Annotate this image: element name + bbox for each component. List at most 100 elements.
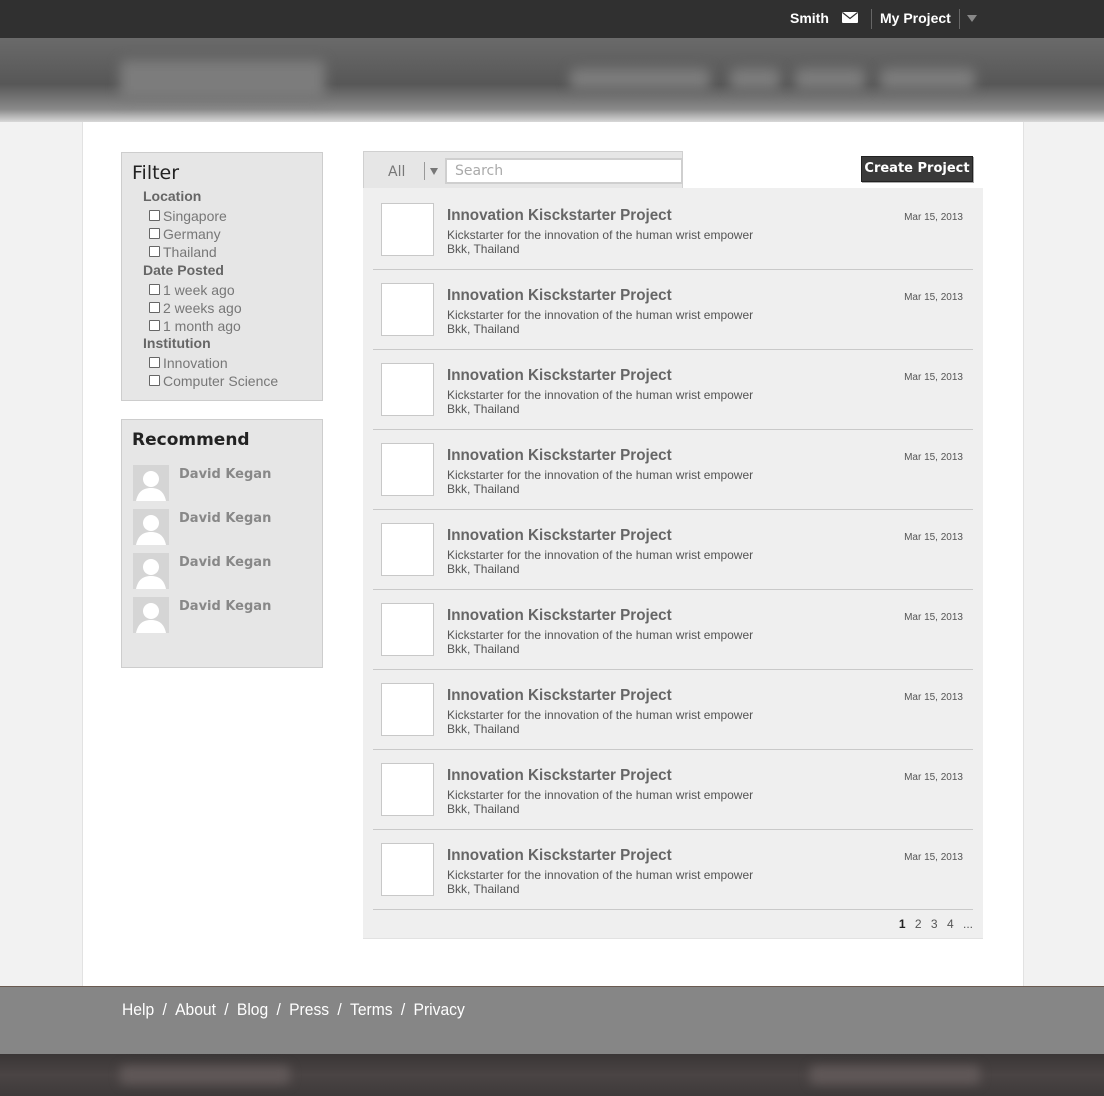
- project-description: Kickstarter for the innovation of the hu…: [447, 308, 754, 322]
- filter-option-label: Singapore: [163, 208, 227, 224]
- project-thumbnail[interactable]: [381, 603, 434, 656]
- footer-link-terms[interactable]: Terms: [350, 1000, 393, 1019]
- project-list-item[interactable]: Innovation Kisckstarter Project Kickstar…: [373, 429, 973, 510]
- filter-option-label: 1 month ago: [163, 318, 241, 334]
- checkbox[interactable]: [149, 210, 160, 221]
- project-title[interactable]: Innovation Kisckstarter Project: [447, 527, 672, 545]
- project-list-item[interactable]: Innovation Kisckstarter Project Kickstar…: [373, 269, 973, 350]
- create-project-button[interactable]: Create Project: [861, 156, 973, 182]
- project-title[interactable]: Innovation Kisckstarter Project: [447, 687, 672, 705]
- footer-link-help[interactable]: Help: [122, 1000, 154, 1019]
- checkbox[interactable]: [149, 228, 160, 239]
- project-thumbnail[interactable]: [381, 283, 434, 336]
- project-list-item[interactable]: Innovation Kisckstarter Project Kickstar…: [373, 669, 973, 750]
- project-thumbnail[interactable]: [381, 763, 434, 816]
- avatar-icon[interactable]: [133, 597, 169, 633]
- project-title[interactable]: Innovation Kisckstarter Project: [447, 207, 672, 225]
- topbar-divider: [871, 9, 872, 29]
- user-name-link[interactable]: Smith: [790, 10, 829, 26]
- project-list-item[interactable]: Innovation Kisckstarter Project Kickstar…: [373, 189, 973, 270]
- project-title[interactable]: Innovation Kisckstarter Project: [447, 287, 672, 305]
- search-input[interactable]: [445, 158, 683, 184]
- filter-title: Filter: [132, 162, 180, 184]
- page-link-3[interactable]: 3: [931, 917, 938, 931]
- recommend-person-name[interactable]: David Kegan: [179, 511, 271, 526]
- project-description: Kickstarter for the innovation of the hu…: [447, 868, 754, 882]
- footer-link-blog[interactable]: Blog: [237, 1000, 268, 1019]
- filter-option-label: 2 weeks ago: [163, 300, 242, 316]
- mail-icon[interactable]: [842, 12, 858, 23]
- site-header: [0, 38, 1104, 122]
- footer-separator: /: [276, 1000, 281, 1019]
- my-project-link[interactable]: My Project: [880, 10, 951, 26]
- footer-link-privacy[interactable]: Privacy: [414, 1000, 465, 1019]
- project-list-item[interactable]: Innovation Kisckstarter Project Kickstar…: [373, 349, 973, 430]
- project-location: Bkk, Thailand: [447, 482, 520, 496]
- page-link-2[interactable]: 2: [915, 917, 922, 931]
- filter-option-innovation[interactable]: Innovation: [149, 355, 228, 371]
- checkbox[interactable]: [149, 375, 160, 386]
- project-list-item[interactable]: Innovation Kisckstarter Project Kickstar…: [373, 589, 973, 670]
- project-thumbnail[interactable]: [381, 683, 434, 736]
- footer-link-press[interactable]: Press: [289, 1000, 329, 1019]
- page-link-1[interactable]: 1: [899, 917, 906, 931]
- filter-option-1-week[interactable]: 1 week ago: [149, 282, 235, 298]
- project-description: Kickstarter for the innovation of the hu…: [447, 388, 754, 402]
- blurred-text: [810, 1066, 980, 1084]
- recommend-person-name[interactable]: David Kegan: [179, 599, 271, 614]
- footer-link-about[interactable]: About: [175, 1000, 216, 1019]
- filter-group-date-posted: Date Posted: [143, 262, 224, 278]
- project-thumbnail[interactable]: [381, 523, 434, 576]
- page-link-more[interactable]: ...: [963, 917, 973, 931]
- bottom-bar: [0, 1054, 1104, 1096]
- filter-option-label: Thailand: [163, 244, 217, 260]
- filter-option-computer-science[interactable]: Computer Science: [149, 373, 278, 389]
- logo: [120, 60, 325, 100]
- project-date: Mar 15, 2013: [904, 772, 963, 783]
- project-title[interactable]: Innovation Kisckstarter Project: [447, 607, 672, 625]
- project-date: Mar 15, 2013: [904, 452, 963, 463]
- project-list: Innovation Kisckstarter Project Kickstar…: [363, 188, 983, 939]
- project-list-item[interactable]: Innovation Kisckstarter Project Kickstar…: [373, 829, 973, 910]
- page-link-4[interactable]: 4: [947, 917, 954, 931]
- project-list-item[interactable]: Innovation Kisckstarter Project Kickstar…: [373, 749, 973, 830]
- filter-option-thailand[interactable]: Thailand: [149, 244, 217, 260]
- project-date: Mar 15, 2013: [904, 692, 963, 703]
- chevron-down-icon[interactable]: [967, 15, 977, 22]
- recommend-person-name[interactable]: David Kegan: [179, 467, 271, 482]
- project-thumbnail[interactable]: [381, 363, 434, 416]
- checkbox[interactable]: [149, 246, 160, 257]
- footer: Help / About / Blog / Press / Terms / Privacy: [0, 986, 1104, 1055]
- checkbox[interactable]: [149, 284, 160, 295]
- project-thumbnail[interactable]: [381, 203, 434, 256]
- nav-placeholder: [730, 68, 780, 90]
- project-title[interactable]: Innovation Kisckstarter Project: [447, 447, 672, 465]
- project-date: Mar 15, 2013: [904, 852, 963, 863]
- chevron-down-icon[interactable]: [430, 168, 438, 175]
- search-bar: All: [363, 151, 683, 189]
- project-list-item[interactable]: Innovation Kisckstarter Project Kickstar…: [373, 509, 973, 590]
- filter-option-1-month[interactable]: 1 month ago: [149, 318, 241, 334]
- checkbox[interactable]: [149, 320, 160, 331]
- filter-option-singapore[interactable]: Singapore: [149, 208, 227, 224]
- project-thumbnail[interactable]: [381, 843, 434, 896]
- checkbox[interactable]: [149, 302, 160, 313]
- avatar-icon[interactable]: [133, 509, 169, 545]
- project-date: Mar 15, 2013: [904, 292, 963, 303]
- filter-panel: Filter Location Singapore Germany Thaila…: [121, 152, 323, 401]
- project-title[interactable]: Innovation Kisckstarter Project: [447, 367, 672, 385]
- avatar-icon[interactable]: [133, 465, 169, 501]
- filter-option-2-weeks[interactable]: 2 weeks ago: [149, 300, 242, 316]
- project-date: Mar 15, 2013: [904, 212, 963, 223]
- recommend-person-name[interactable]: David Kegan: [179, 555, 271, 570]
- avatar-icon[interactable]: [133, 553, 169, 589]
- filter-option-germany[interactable]: Germany: [149, 226, 221, 242]
- search-scope-dropdown[interactable]: All: [388, 164, 405, 180]
- footer-separator: /: [224, 1000, 229, 1019]
- project-title[interactable]: Innovation Kisckstarter Project: [447, 767, 672, 785]
- checkbox[interactable]: [149, 357, 160, 368]
- project-title[interactable]: Innovation Kisckstarter Project: [447, 847, 672, 865]
- project-location: Bkk, Thailand: [447, 642, 520, 656]
- project-thumbnail[interactable]: [381, 443, 434, 496]
- project-location: Bkk, Thailand: [447, 722, 520, 736]
